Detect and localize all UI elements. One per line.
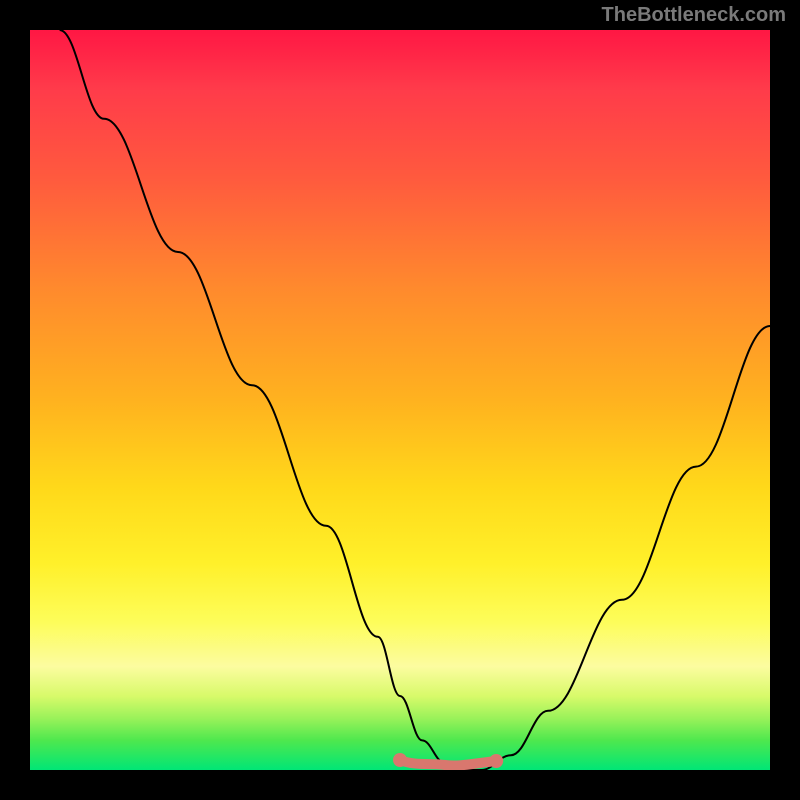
gradient-plot-area xyxy=(30,30,770,770)
chart-frame: TheBottleneck.com xyxy=(0,0,800,800)
watermark-text: TheBottleneck.com xyxy=(602,4,786,27)
